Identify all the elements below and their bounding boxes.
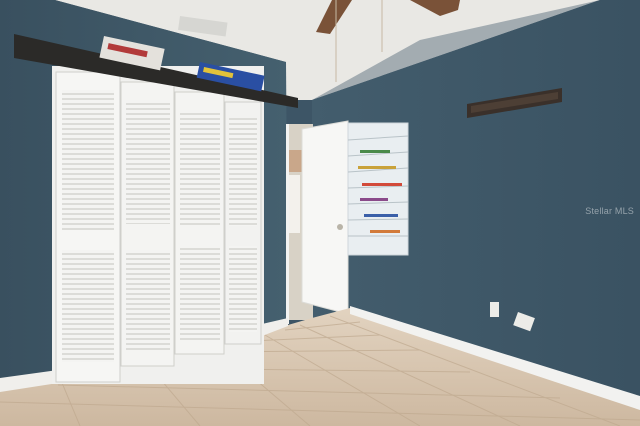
closet-bifold-doors[interactable] <box>55 71 262 383</box>
wall-outlet <box>490 302 499 317</box>
room-photo <box>0 0 640 426</box>
door-knob[interactable] <box>337 224 343 230</box>
display-case <box>347 122 409 256</box>
hallway-window <box>288 175 300 233</box>
door-frame <box>286 124 289 324</box>
open-door[interactable] <box>301 120 349 315</box>
mls-watermark: Stellar MLS <box>585 206 634 216</box>
